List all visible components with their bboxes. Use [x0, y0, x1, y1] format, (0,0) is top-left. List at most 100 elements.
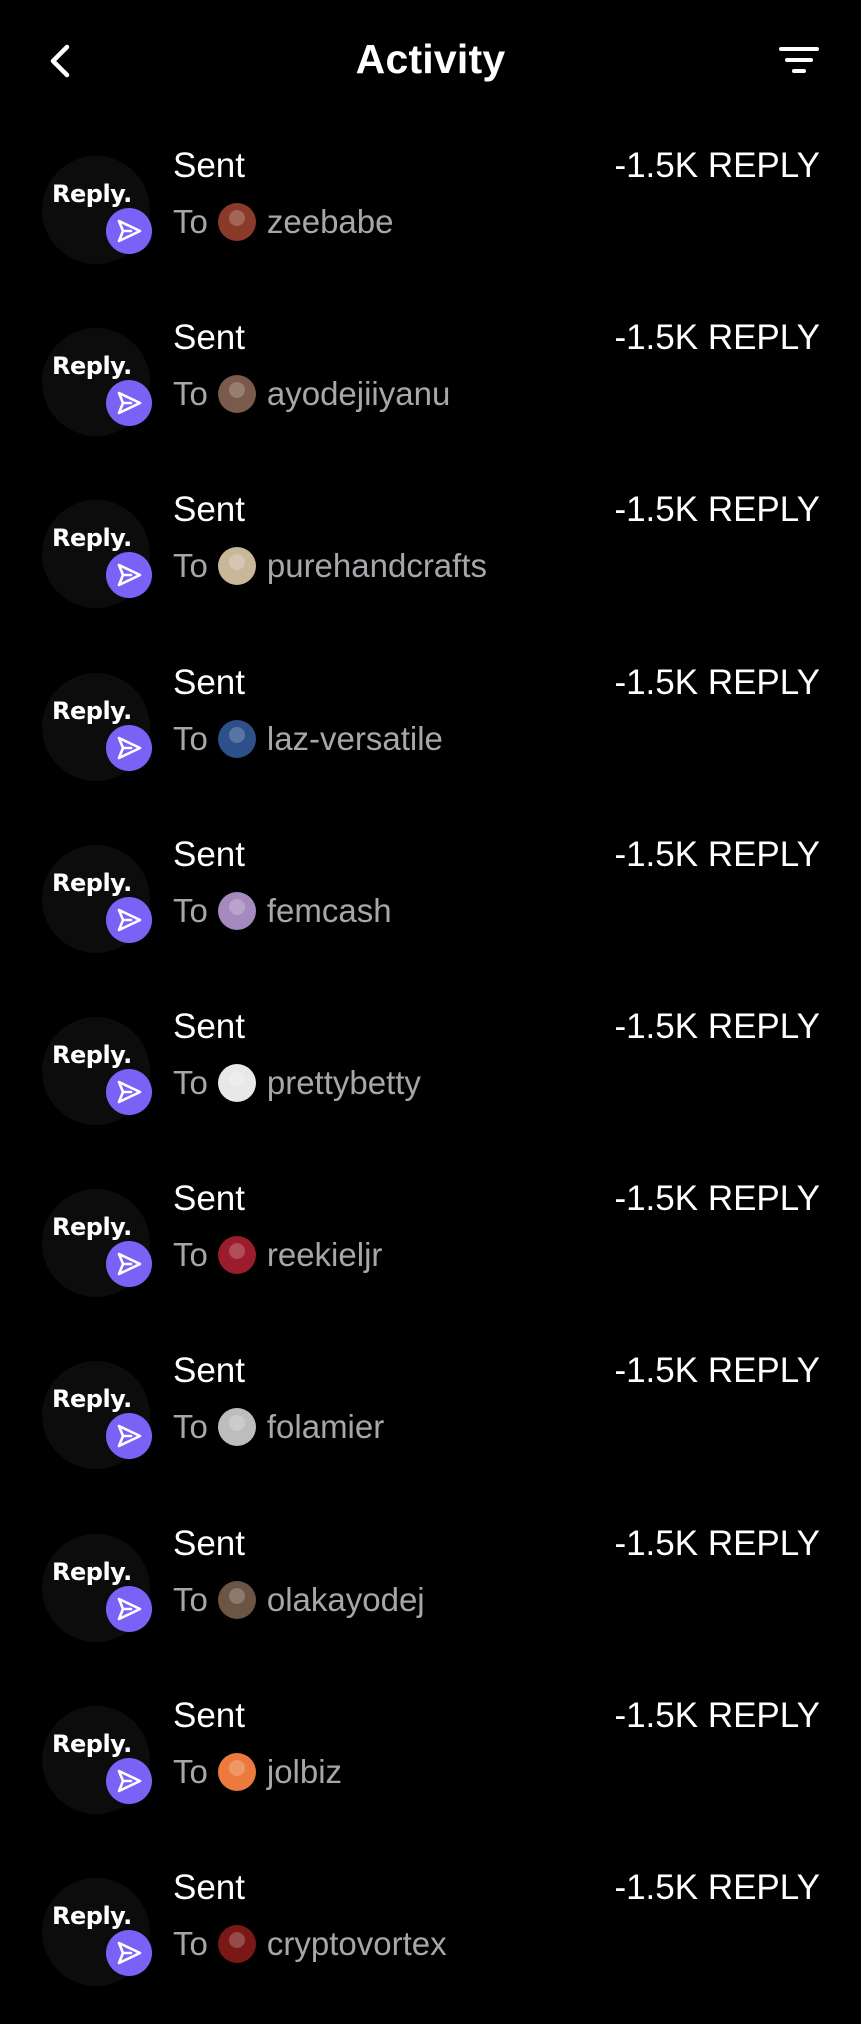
- reply-logo: Reply.: [42, 500, 152, 609]
- page-title: Activity: [355, 36, 506, 82]
- recipient-avatar: [217, 1063, 256, 1102]
- reply-logo: Reply.: [42, 672, 152, 781]
- activity-row[interactable]: Reply. Sent -1.5K REPLY To cryptovortex: [0, 1852, 861, 2024]
- activity-title: Sent: [173, 1006, 245, 1046]
- activity-row[interactable]: Reply. Sent -1.5K REPLY To reekieljr: [0, 1163, 861, 1335]
- activity-recipient-line: To jolbiz: [173, 1750, 342, 1794]
- send-badge: [106, 1413, 152, 1460]
- reply-logo-text: Reply.: [52, 696, 132, 725]
- activity-amount: -1.5K REPLY: [614, 1351, 820, 1391]
- send-badge: [106, 552, 152, 599]
- send-icon: [117, 908, 142, 932]
- to-label: To: [173, 719, 208, 757]
- recipient-username[interactable]: cryptovortex: [267, 1925, 447, 1963]
- send-badge: [106, 1241, 152, 1288]
- activity-row[interactable]: Reply. Sent -1.5K REPLY To purehandcraft…: [0, 474, 861, 646]
- activity-amount: -1.5K REPLY: [614, 318, 820, 358]
- activity-recipient-line: To olakayodej: [173, 1578, 425, 1622]
- send-icon: [117, 736, 142, 759]
- to-label: To: [173, 1580, 208, 1618]
- recipient-username[interactable]: laz-versatile: [267, 720, 443, 758]
- reply-logo-text: Reply.: [52, 1901, 132, 1930]
- recipient-username[interactable]: jolbiz: [267, 1753, 342, 1791]
- send-icon: [117, 219, 142, 243]
- recipient-username[interactable]: reekieljr: [267, 1236, 383, 1274]
- send-badge: [106, 724, 152, 771]
- recipient-avatar: [217, 1924, 256, 1963]
- recipient-username[interactable]: zeebabe: [267, 203, 394, 241]
- activity-recipient-line: To ayodejiiyanu: [173, 372, 450, 416]
- activity-row[interactable]: Reply. Sent -1.5K REPLY To laz-versatile: [0, 647, 861, 819]
- activity-amount: -1.5K REPLY: [614, 1179, 820, 1219]
- recipient-avatar: [217, 1408, 256, 1447]
- send-icon: [117, 564, 142, 587]
- activity-recipient-line: To folamier: [173, 1405, 384, 1449]
- activity-row[interactable]: Reply. Sent -1.5K REPLY To folamier: [0, 1335, 861, 1507]
- send-badge: [106, 380, 152, 427]
- reply-logo-text: Reply.: [52, 1385, 132, 1414]
- activity-recipient-line: To reekieljr: [173, 1233, 382, 1277]
- recipient-avatar: [217, 1752, 256, 1791]
- to-label: To: [173, 1063, 208, 1101]
- recipient-avatar: [217, 891, 256, 930]
- reply-logo: Reply.: [42, 844, 152, 953]
- activity-row[interactable]: Reply. Sent -1.5K REPLY To ayodejiiyanu: [0, 302, 861, 474]
- recipient-username[interactable]: olakayodej: [267, 1581, 425, 1619]
- to-label: To: [173, 1408, 208, 1446]
- reply-logo: Reply.: [42, 328, 152, 437]
- reply-logo: Reply.: [42, 156, 152, 264]
- recipient-avatar: [217, 375, 256, 414]
- reply-logo: Reply.: [42, 1877, 152, 1986]
- send-badge: [106, 1757, 152, 1804]
- reply-logo: Reply.: [42, 1533, 152, 1642]
- activity-title: Sent: [173, 662, 245, 702]
- activity-title: Sent: [173, 146, 245, 185]
- recipient-username[interactable]: purehandcrafts: [267, 547, 487, 585]
- reply-logo: Reply.: [42, 1189, 152, 1298]
- send-badge: [106, 1068, 152, 1115]
- activity-title: Sent: [173, 1179, 245, 1219]
- recipient-username[interactable]: ayodejiiyanu: [267, 375, 450, 413]
- send-badge: [106, 896, 152, 943]
- activity-row[interactable]: Reply. Sent -1.5K REPLY To olakayodej: [0, 1508, 861, 1680]
- send-icon: [117, 1252, 142, 1276]
- activity-recipient-line: To prettybetty: [173, 1061, 421, 1105]
- to-label: To: [173, 375, 208, 413]
- to-label: To: [173, 1236, 208, 1274]
- activity-recipient-line: To purehandcrafts: [173, 544, 487, 588]
- recipient-username[interactable]: folamier: [267, 1408, 384, 1446]
- activity-amount: -1.5K REPLY: [614, 834, 820, 874]
- recipient-username[interactable]: prettybetty: [267, 1064, 421, 1102]
- recipient-username[interactable]: femcash: [267, 892, 392, 930]
- activity-row[interactable]: Reply. Sent -1.5K REPLY To jolbiz: [0, 1680, 861, 1852]
- recipient-avatar: [217, 547, 256, 586]
- activity-row[interactable]: Reply. Sent -1.5K REPLY To femcash: [0, 819, 861, 991]
- activity-recipient-line: To zeebabe: [173, 200, 393, 244]
- activity-title: Sent: [173, 1351, 245, 1391]
- activity-amount: -1.5K REPLY: [614, 1006, 820, 1046]
- filter-button[interactable]: [775, 40, 823, 82]
- activity-title: Sent: [173, 1695, 245, 1735]
- activity-amount: -1.5K REPLY: [614, 146, 820, 185]
- recipient-avatar: [217, 1236, 256, 1275]
- send-icon: [117, 1425, 142, 1448]
- reply-logo: Reply.: [42, 1016, 152, 1125]
- activity-recipient-line: To cryptovortex: [173, 1922, 447, 1966]
- to-label: To: [173, 891, 208, 929]
- activity-title: Sent: [173, 490, 245, 530]
- reply-logo-text: Reply.: [52, 524, 132, 553]
- reply-logo-text: Reply.: [52, 1557, 132, 1586]
- activity-amount: -1.5K REPLY: [614, 1867, 820, 1907]
- activity-title: Sent: [173, 1523, 245, 1563]
- activity-title: Sent: [173, 1867, 245, 1907]
- filter-icon: [779, 47, 819, 73]
- to-label: To: [173, 203, 208, 240]
- activity-row[interactable]: Reply. Sent -1.5K REPLY To zeebabe: [0, 130, 861, 302]
- activity-list: Reply. Sent -1.5K REPLY To zeebabe Reply…: [0, 130, 861, 2024]
- activity-amount: -1.5K REPLY: [614, 490, 820, 530]
- send-icon: [117, 1941, 142, 1965]
- reply-logo: Reply.: [42, 1361, 152, 1470]
- activity-title: Sent: [173, 834, 245, 874]
- activity-row[interactable]: Reply. Sent -1.5K REPLY To prettybetty: [0, 991, 861, 1163]
- activity-title: Sent: [173, 318, 245, 358]
